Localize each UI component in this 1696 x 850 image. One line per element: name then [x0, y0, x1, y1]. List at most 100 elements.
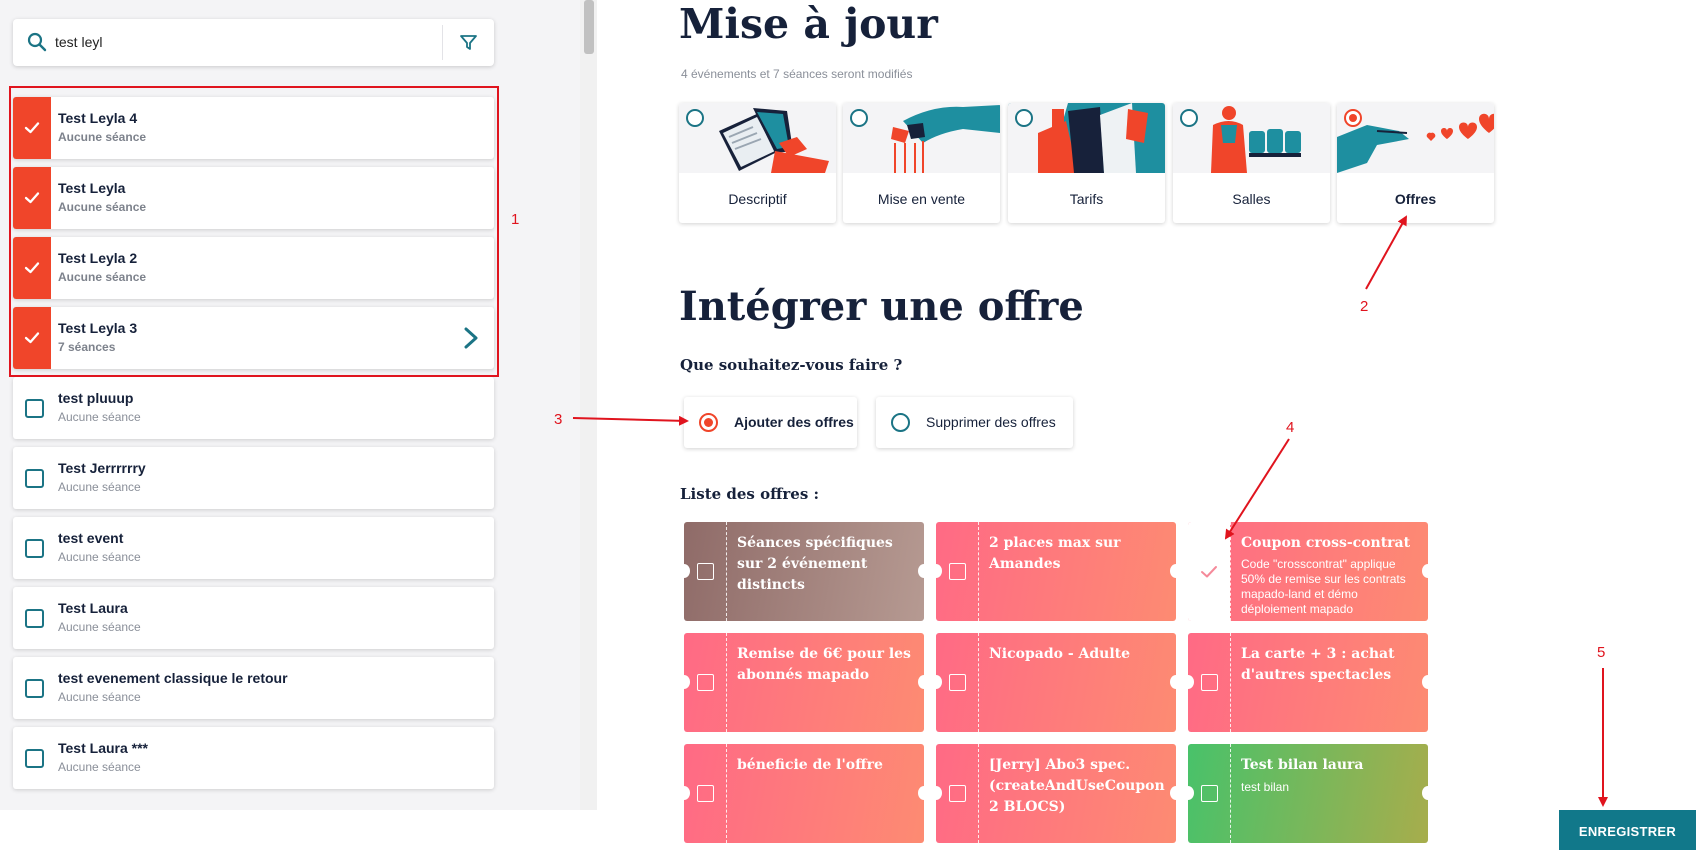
annotation-label-1: 1 — [511, 211, 520, 228]
event-card[interactable]: Test Laura *** Aucune séance — [13, 727, 494, 789]
offer-checkbox[interactable] — [949, 674, 966, 691]
ticket-notch — [684, 786, 690, 800]
event-checkbox[interactable] — [25, 679, 44, 698]
event-sessions: Aucune séance — [58, 690, 141, 704]
scrollbar[interactable] — [580, 0, 597, 810]
offer-card[interactable]: Coupon cross-contrat Code "crosscontrat" … — [1188, 522, 1428, 621]
annotation-label-3: 3 — [554, 411, 563, 428]
offer-description: test bilan — [1241, 780, 1290, 794]
ticket-perforation — [1230, 744, 1231, 843]
ticket-notch — [918, 564, 924, 578]
event-card[interactable]: test evenement classique le retour Aucune… — [13, 657, 494, 719]
offer-checkbox[interactable] — [949, 785, 966, 802]
radio-mise-en-vente[interactable] — [850, 109, 868, 127]
scrollbar-thumb[interactable] — [584, 0, 594, 54]
ticket-notch — [1188, 786, 1194, 800]
offer-checkbox[interactable] — [697, 785, 714, 802]
annotation-box-selected-events — [9, 86, 499, 377]
event-title: Test Laura — [58, 600, 128, 616]
ticket-perforation — [978, 522, 979, 621]
event-card[interactable]: Test Laura Aucune séance — [13, 587, 494, 649]
offer-card[interactable]: béneficie de l'offre — [684, 744, 924, 843]
event-card[interactable]: Test Jerrrrrry Aucune séance — [13, 447, 494, 509]
ticket-notch — [684, 564, 690, 578]
offer-title: [Jerry] Abo3 spec. (createAndUseCoupon 2… — [989, 757, 1165, 815]
ticket-notch — [1170, 786, 1176, 800]
ticket-perforation — [1230, 522, 1231, 621]
offer-checkbox[interactable] — [1201, 674, 1218, 691]
offer-title: Coupon cross-contrat — [1241, 535, 1411, 551]
offer-card[interactable]: La carte + 3 : achat d'autres spectacles — [1188, 633, 1428, 732]
page-subtitle: 4 événements et 7 séances seront modifié… — [681, 67, 913, 81]
offer-card[interactable]: Nicopado - Adulte — [936, 633, 1176, 732]
offer-title: Nicopado - Adulte — [989, 646, 1131, 662]
filter-separator — [442, 25, 443, 60]
radio-descriptif[interactable] — [686, 109, 704, 127]
event-checkbox[interactable] — [25, 609, 44, 628]
radio-supprimer-offres[interactable] — [891, 413, 910, 432]
offer-card[interactable]: Remise de 6€ pour les abonnés mapado — [684, 633, 924, 732]
choice-ajouter-offres[interactable]: Ajouter des offres — [684, 397, 857, 448]
radio-ajouter-offres[interactable] — [699, 413, 718, 432]
offer-title: 2 places max sur Amandes — [989, 535, 1121, 572]
section-card-salles[interactable]: Salles — [1173, 103, 1330, 223]
event-card[interactable]: test event Aucune séance — [13, 517, 494, 579]
offer-checkbox[interactable] — [1201, 785, 1218, 802]
choice-supprimer-offres[interactable]: Supprimer des offres — [876, 397, 1073, 448]
offer-card[interactable]: 2 places max sur Amandes — [936, 522, 1176, 621]
offer-card[interactable]: [Jerry] Abo3 spec. (createAndUseCoupon 2… — [936, 744, 1176, 843]
ticket-notch — [1188, 675, 1194, 689]
section-card-offres[interactable]: Offres — [1337, 103, 1494, 223]
mise-en-vente-illustration — [843, 103, 1000, 173]
ticket-notch — [936, 786, 942, 800]
ticket-notch — [918, 675, 924, 689]
radio-tarifs[interactable] — [1015, 109, 1033, 127]
offer-card[interactable]: Test bilan laura test bilan — [1188, 744, 1428, 843]
offer-checkbox[interactable] — [949, 563, 966, 580]
event-title: Test Laura *** — [58, 740, 148, 756]
ticket-perforation — [978, 633, 979, 732]
section-label-mise-en-vente: Mise en vente — [877, 191, 966, 207]
tarifs-illustration — [1008, 103, 1165, 173]
annotation-label-5: 5 — [1597, 644, 1606, 661]
ticket-perforation — [726, 744, 727, 843]
app-root: test leyl Test Leyla 4 Aucune séance Test … — [0, 0, 1696, 850]
offer-card[interactable]: Séances spécifiques sur 2 événement dist… — [684, 522, 924, 621]
choice-label-supprimer: Supprimer des offres — [926, 414, 1056, 430]
action-question: Que souhaitez-vous faire ? — [680, 356, 903, 374]
offer-list-title: Liste des offres : — [680, 485, 820, 503]
offer-checkbox[interactable] — [697, 674, 714, 691]
section-label-offres: Offres — [1394, 191, 1437, 207]
offer-checkbox[interactable] — [697, 563, 714, 580]
search-input[interactable]: test leyl — [55, 34, 102, 50]
filter-icon[interactable] — [459, 33, 478, 52]
ticket-notch — [1422, 786, 1428, 800]
event-sessions: Aucune séance — [58, 550, 141, 564]
radio-offres[interactable] — [1344, 109, 1362, 127]
event-checkbox[interactable] — [25, 469, 44, 488]
event-sessions: Aucune séance — [58, 480, 141, 494]
offer-section-title: Intégrer une offre — [679, 283, 1084, 330]
event-card[interactable]: test pluuup Aucune séance — [13, 377, 494, 439]
ticket-notch — [936, 675, 942, 689]
descriptif-illustration — [679, 103, 836, 173]
section-card-descriptif[interactable]: Descriptif — [679, 103, 836, 223]
annotation-label-4: 4 — [1286, 419, 1295, 436]
ticket-notch — [918, 786, 924, 800]
choice-label-ajouter: Ajouter des offres — [734, 414, 854, 430]
section-card-mise-en-vente[interactable]: Mise en vente — [843, 103, 1000, 223]
search-bar[interactable]: test leyl — [13, 19, 494, 66]
offer-title: Séances spécifiques sur 2 événement dist… — [737, 535, 893, 593]
check-icon[interactable] — [1200, 564, 1218, 580]
annotation-arrow-2 — [1365, 215, 1407, 290]
offer-title: La carte + 3 : achat d'autres spectacles — [1241, 646, 1395, 683]
annotation-label-2: 2 — [1360, 298, 1369, 315]
event-checkbox[interactable] — [25, 749, 44, 768]
offer-title: béneficie de l'offre — [737, 757, 883, 773]
event-checkbox[interactable] — [25, 539, 44, 558]
event-checkbox[interactable] — [25, 399, 44, 418]
radio-salles[interactable] — [1180, 109, 1198, 127]
section-card-tarifs[interactable]: Tarifs — [1008, 103, 1165, 223]
save-button[interactable]: ENREGISTRER — [1559, 810, 1696, 850]
ticket-notch — [1170, 564, 1176, 578]
